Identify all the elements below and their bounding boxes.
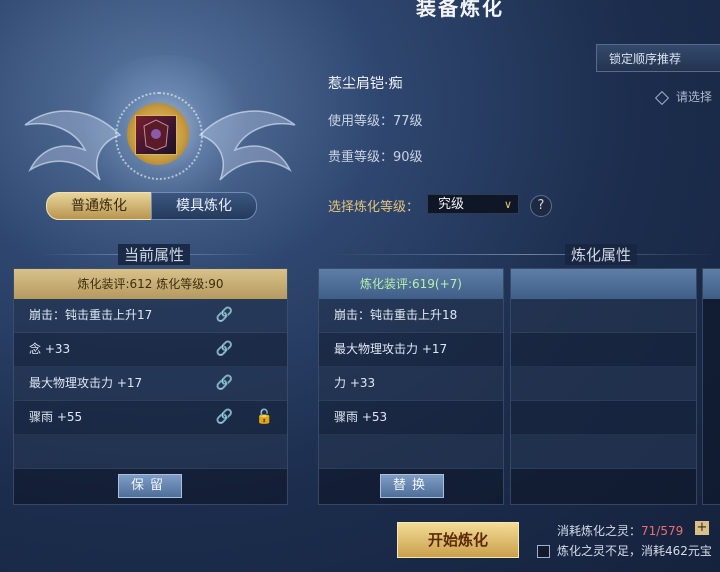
equipment-icon[interactable] — [135, 115, 177, 155]
refine-attributes-title: 炼化属性 — [565, 244, 638, 265]
attribute-row: 骤雨 +53 — [319, 401, 503, 435]
attribute-row[interactable]: 骤雨 +55 🔗 🔓 — [14, 401, 287, 435]
attribute-row[interactable]: 念 +33 🔗 — [14, 333, 287, 367]
spirit-insufficient-warning: 炼化之灵不足，消耗462元宝 — [557, 544, 712, 558]
tab-normal-refine[interactable]: 普通炼化 — [46, 192, 152, 220]
chain-link-broken-icon[interactable]: 🔗 — [216, 333, 233, 366]
diamond-icon — [654, 90, 670, 106]
attribute-row[interactable]: 崩击：钝击重击上升17 🔗 — [14, 299, 287, 333]
start-refine-button[interactable]: 开始炼化 — [397, 522, 519, 558]
attribute-row-empty — [319, 435, 503, 469]
cost-value: 71/579 — [641, 524, 684, 538]
chain-link-icon[interactable]: 🔗 — [216, 401, 233, 434]
attribute-text: 崩击：钝击重击上升18 — [334, 308, 458, 322]
noble-level: 贵重等级：90级 — [328, 150, 423, 165]
empty-row — [511, 333, 696, 367]
attribute-text: 念 +33 — [29, 342, 71, 356]
current-attributes-title: 当前属性 — [118, 244, 191, 265]
attribute-row: 力 +33 — [319, 367, 503, 401]
attribute-text: 崩击：钝击重击上升17 — [29, 308, 153, 322]
attribute-text: 骤雨 +55 — [29, 410, 83, 424]
attribute-row-empty — [14, 435, 287, 469]
attribute-row: 崩击：钝击重击上升18 — [319, 299, 503, 333]
select-hint: 请选择 — [676, 90, 713, 104]
refine-level-label: 选择炼化等级： — [328, 200, 420, 215]
empty-row — [511, 401, 696, 435]
refine-attributes-panel-partial — [702, 268, 720, 505]
section-divider — [330, 254, 720, 255]
attribute-text: 最大物理攻击力 +17 — [334, 342, 448, 356]
replace-button[interactable]: 替换 — [380, 474, 444, 498]
attribute-row[interactable]: 最大物理攻击力 +17 🔗 — [14, 367, 287, 401]
current-score-header: 炼化装评:612 炼化等级:90 — [14, 269, 287, 299]
empty-row — [511, 435, 696, 469]
current-attributes-panel: 炼化装评:612 炼化等级:90 崩击：钝击重击上升17 🔗 念 +33 🔗 最… — [13, 268, 288, 505]
use-level: 使用等级：77级 — [328, 114, 423, 129]
add-spirit-button[interactable]: + — [695, 521, 709, 535]
attribute-text: 力 +33 — [334, 376, 376, 390]
empty-header — [511, 269, 696, 299]
cost-line: 消耗炼化之灵：71/579 — [557, 522, 683, 539]
lock-order-recommend-dropdown[interactable]: 锁定顺序推荐 — [596, 44, 720, 72]
chain-link-icon[interactable]: 🔗 — [216, 367, 233, 400]
tab-mold-refine[interactable]: 模具炼化 — [151, 192, 257, 220]
empty-header — [703, 269, 720, 299]
empty-row — [511, 367, 696, 401]
attribute-text: 骤雨 +53 — [334, 410, 388, 424]
attribute-row: 最大物理攻击力 +17 — [319, 333, 503, 367]
refine-attributes-panel-empty — [510, 268, 697, 505]
window-title: 装备炼化 — [416, 0, 504, 20]
refine-level-select[interactable]: 究级 ∨ — [427, 194, 519, 214]
refine-score-header: 炼化装评:619(+7) — [319, 269, 503, 299]
attribute-text: 最大物理攻击力 +17 — [29, 376, 143, 390]
chevron-down-icon: ∨ — [503, 198, 512, 211]
right-wing-ornament — [198, 110, 296, 181]
item-name: 惹尘肩铠·痴 — [328, 76, 403, 92]
left-wing-ornament — [24, 110, 122, 181]
refine-attributes-panel: 炼化装评:619(+7) 崩击：钝击重击上升18 最大物理攻击力 +17 力 +… — [318, 268, 504, 505]
keep-button[interactable]: 保留 — [118, 474, 182, 498]
empty-row — [511, 299, 696, 333]
chain-link-icon[interactable]: 🔗 — [216, 299, 233, 332]
padlock-open-icon[interactable]: 🔓 — [256, 401, 273, 434]
use-ingot-checkbox[interactable] — [537, 545, 550, 558]
refine-level-value: 究级 — [438, 197, 465, 212]
cost-label: 消耗炼化之灵： — [557, 524, 642, 538]
help-button[interactable]: ? — [530, 195, 552, 217]
